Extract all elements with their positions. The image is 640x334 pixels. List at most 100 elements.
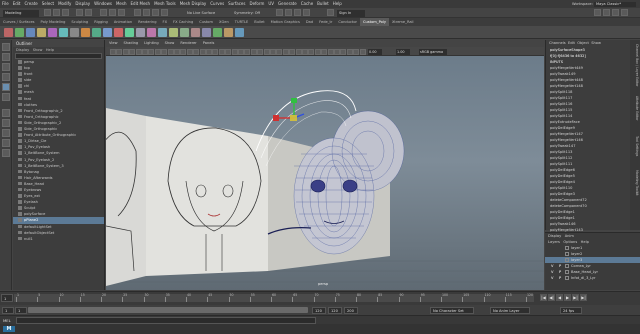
playback-button[interactable]: ▶| <box>580 294 587 301</box>
layer-playback-toggle[interactable]: P <box>559 264 561 268</box>
menu-create[interactable]: Create <box>22 0 39 8</box>
outliner-menu-display[interactable]: Display <box>16 48 29 52</box>
snap-view-icon[interactable] <box>161 9 168 16</box>
toggle-tool-settings-icon[interactable] <box>612 9 619 16</box>
viewport-toolbar-icon[interactable] <box>129 48 136 55</box>
vp-menu-lighting[interactable]: Lighting <box>141 40 162 47</box>
live-surface-label[interactable]: No Live Surface <box>187 10 215 17</box>
save-scene-icon[interactable] <box>62 9 69 16</box>
shelf-tool-icon[interactable] <box>136 28 145 37</box>
shelf-tab[interactable]: Fede_tr <box>316 18 335 26</box>
user-icon[interactable] <box>327 9 334 16</box>
shelf-tool-icon[interactable] <box>125 28 134 37</box>
shelf-tab[interactable]: Custom <box>196 18 216 26</box>
shelf-tool-icon[interactable] <box>92 28 101 37</box>
graph-layout-icon[interactable] <box>2 149 10 157</box>
vp-menu-panels[interactable]: Panels <box>200 40 218 47</box>
fps-dropdown[interactable]: 24 fps <box>560 306 582 314</box>
vp-menu-view[interactable]: View <box>106 40 121 47</box>
time-ruler[interactable]: 1 5 10 15 20 25 30 35 40 45 50 55 60 65 70 75 80 85 90 95 10… <box>1 293 534 302</box>
layer-visibility-toggle[interactable] <box>551 246 555 250</box>
perspective-viewport[interactable] <box>106 56 544 290</box>
move-manipulator[interactable] <box>273 98 305 121</box>
layer-color-swatch[interactable] <box>565 246 569 250</box>
gamma-field[interactable]: 1.00 <box>396 48 410 55</box>
viewport-toolbar-icon[interactable] <box>295 48 302 55</box>
viewport-toolbar-icon[interactable] <box>257 48 264 55</box>
viewport-toolbar-icon[interactable] <box>289 48 296 55</box>
viewport-toolbar-icon[interactable] <box>199 48 206 55</box>
menu-display[interactable]: Display <box>73 0 92 8</box>
shelf-tool-icon[interactable] <box>158 28 167 37</box>
character-set-dropdown[interactable]: No Character Set <box>430 306 474 314</box>
viewport-toolbar-icon[interactable] <box>161 48 168 55</box>
layer-menu-help[interactable]: Help <box>581 240 589 244</box>
viewport-toolbar-icon[interactable] <box>154 48 161 55</box>
menu-file[interactable]: File <box>0 0 11 8</box>
four-layout-icon[interactable] <box>2 119 10 127</box>
tab-display-layers[interactable]: Display <box>548 234 561 238</box>
colorspace-dropdown[interactable]: sRGB gamma <box>419 48 447 55</box>
viewport-toolbar-icon[interactable] <box>276 48 283 55</box>
tab-anim-layers[interactable]: Anim <box>565 234 574 238</box>
current-frame-field[interactable]: 1 <box>1 294 13 302</box>
shelf-tab[interactable]: FX <box>160 18 171 26</box>
playback-start-field[interactable]: 1 <box>15 306 27 314</box>
shelf-tab[interactable]: Bullet <box>251 18 267 26</box>
shelf-tool-icon[interactable] <box>59 28 68 37</box>
vp-menu-renderer[interactable]: Renderer <box>177 40 199 47</box>
menu-cache[interactable]: Cache <box>299 0 315 8</box>
menu-help[interactable]: Help <box>331 0 344 8</box>
viewport-toolbar-icon[interactable] <box>308 48 315 55</box>
viewport-toolbar-icon[interactable] <box>206 48 212 55</box>
shelf-tab[interactable]: Curves / Surfaces <box>0 18 38 26</box>
select-object-icon[interactable] <box>109 9 116 16</box>
viewport-toolbar-icon[interactable] <box>167 48 174 55</box>
end-time-field[interactable]: 120 <box>328 306 342 314</box>
render-frame-icon[interactable] <box>276 9 283 16</box>
toggle-outliner-icon[interactable] <box>594 9 601 16</box>
playback-button[interactable]: ▶| <box>572 294 579 301</box>
move-tool-icon[interactable] <box>2 73 10 81</box>
layer-color-swatch[interactable] <box>565 276 569 280</box>
viewport-toolbar-icon[interactable] <box>180 48 187 55</box>
shelf-tool-icon[interactable] <box>15 28 24 37</box>
shelf-tab[interactable]: Animation <box>111 18 135 26</box>
menu-bullet[interactable]: Bullet <box>315 0 331 8</box>
viewport-toolbar-icon[interactable] <box>212 48 219 55</box>
shelf-tool-icon[interactable] <box>147 28 156 37</box>
viewport-toolbar-icon[interactable] <box>174 48 180 55</box>
new-scene-icon[interactable] <box>44 9 51 16</box>
shelf-tab[interactable]: FX Caching <box>170 18 196 26</box>
menu-mesh-display[interactable]: Mesh Display <box>178 0 209 8</box>
open-scene-icon[interactable] <box>53 9 60 16</box>
select-component-icon[interactable] <box>118 9 125 16</box>
viewport-toolbar-icon[interactable] <box>359 48 366 55</box>
viewport-toolbar-icon[interactable] <box>263 48 270 55</box>
snap-point-icon[interactable] <box>152 9 159 16</box>
snap-grid-icon[interactable] <box>134 9 141 16</box>
vp-menu-shading[interactable]: Shading <box>121 40 142 47</box>
start-time-field[interactable]: 1 <box>2 306 14 314</box>
cb-menu-object[interactable]: Object <box>577 41 589 45</box>
toggle-channel-box-icon[interactable] <box>621 9 628 16</box>
viewport-toolbar-icon[interactable] <box>314 48 321 55</box>
anim-layer-dropdown[interactable]: No Anim Layer <box>490 306 530 314</box>
shelf-tab[interactable]: Custom_Poly <box>360 18 389 26</box>
viewport-toolbar-icon[interactable] <box>148 48 155 55</box>
viewport-toolbar-icon[interactable] <box>110 48 116 55</box>
viewport-toolbar-icon[interactable] <box>186 48 193 55</box>
hypershade-icon[interactable] <box>303 9 310 16</box>
menu-mesh[interactable]: Mesh <box>114 0 129 8</box>
shelf-tool-icon[interactable] <box>81 28 90 37</box>
viewport-toolbar-icon[interactable] <box>238 48 244 55</box>
shelf-tab[interactable]: Poly Modeling <box>38 18 69 26</box>
shelf-tab[interactable]: XGen <box>216 18 232 26</box>
playback-button[interactable]: ▶ <box>564 294 571 301</box>
tab-channel-box-layer-editor[interactable]: Channel Box / Layer Editor <box>631 44 639 86</box>
shelf-tool-icon[interactable] <box>70 28 79 37</box>
exposure-field[interactable]: 0.00 <box>368 48 382 55</box>
tab-attribute-editor[interactable]: Attribute Editor <box>631 96 639 121</box>
vp-menu-show[interactable]: Show <box>162 40 178 47</box>
playback-button[interactable]: ◀ <box>556 294 563 301</box>
